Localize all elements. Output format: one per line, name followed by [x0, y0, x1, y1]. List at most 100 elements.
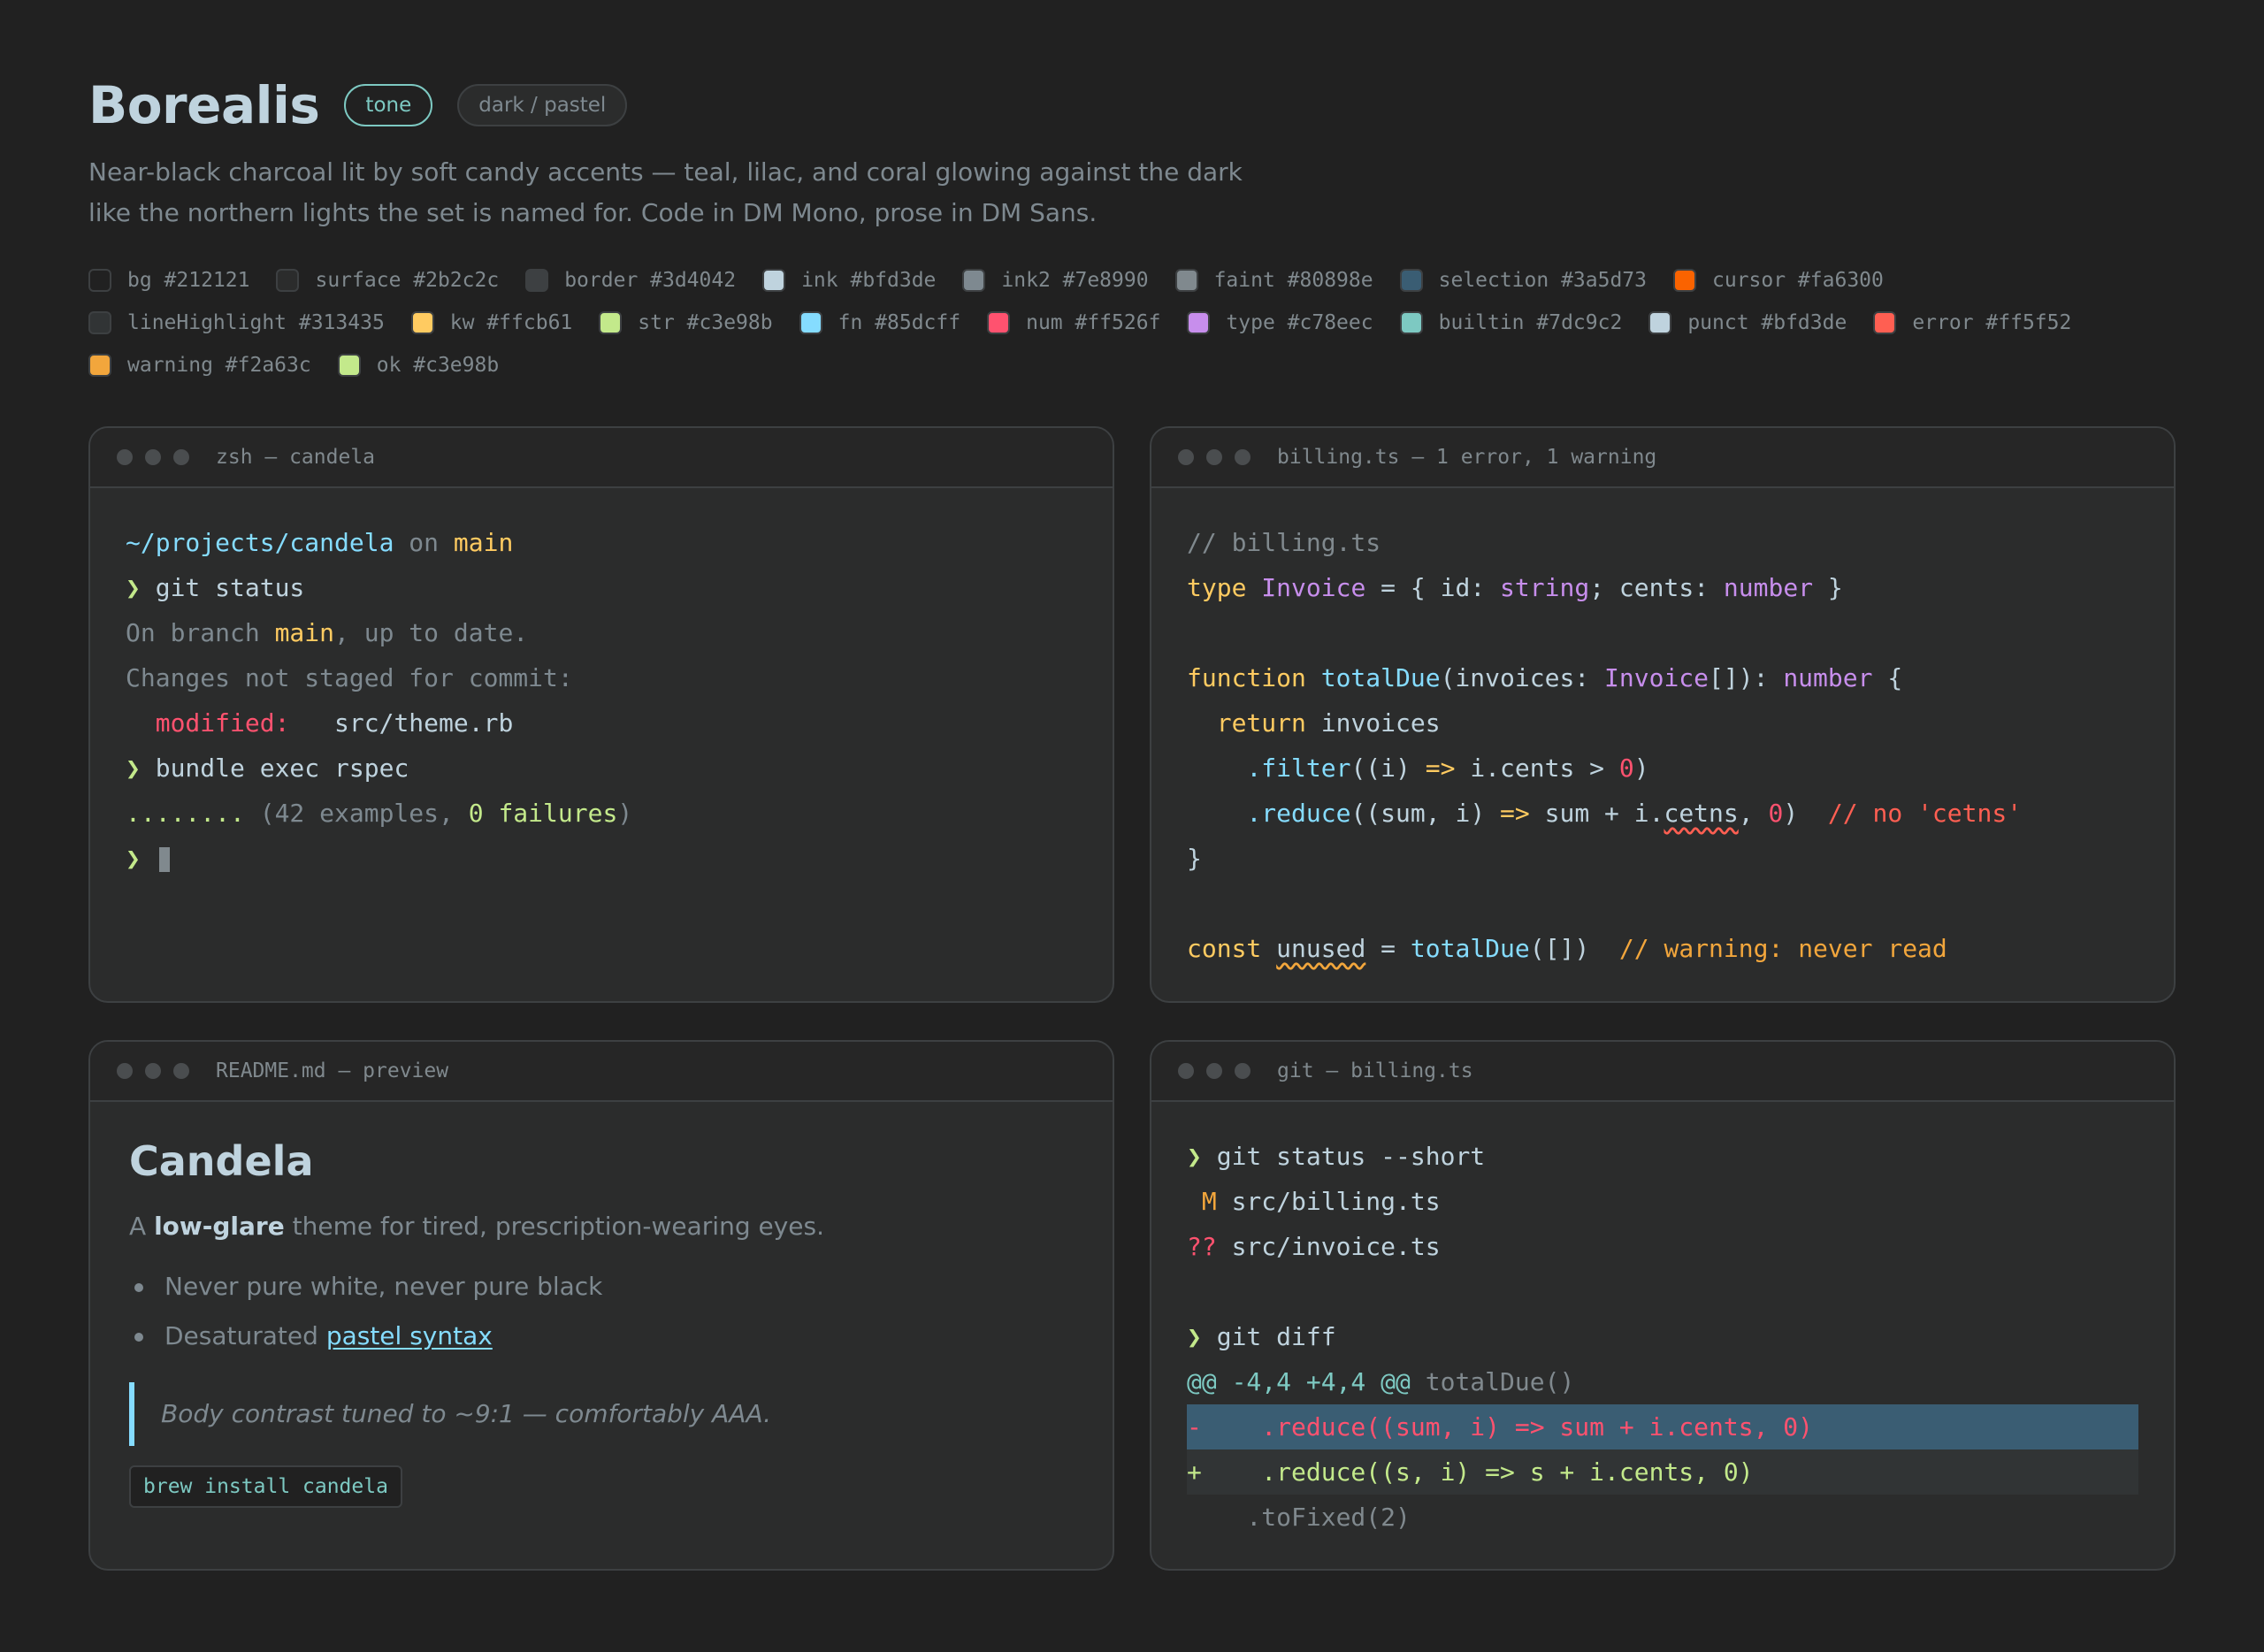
palette-swatch: ink #bfd3de: [762, 267, 936, 294]
swatch-chip: [276, 269, 300, 292]
palette-swatch: kw #ffcb61: [410, 310, 572, 336]
swatch-label: border #3d4042: [564, 269, 737, 292]
output-text: (42 examples,: [259, 799, 469, 828]
output-branch: main: [274, 618, 335, 647]
readme-body: Candela A low-glare theme for tired, pre…: [90, 1102, 1113, 1508]
code-line: .reduce((sum, i) => sum + i.cetns, 0) //…: [1187, 791, 2138, 836]
prompt-path: ~/projects/candela: [126, 528, 394, 557]
editor-body[interactable]: // billing.ts type Invoice = { id: strin…: [1151, 488, 2174, 971]
command-text: git diff: [1216, 1322, 1336, 1351]
window-dot-close[interactable]: [1178, 449, 1194, 465]
swatch-label: surface #2b2c2c: [315, 269, 500, 292]
palette-swatch: surface #2b2c2c: [276, 267, 499, 294]
code-type: Invoice: [1261, 573, 1366, 602]
window-dot-minimize[interactable]: [1206, 1063, 1222, 1079]
theme-showcase: Borealis tone dark / pastel Near-black c…: [0, 0, 2264, 1652]
window-dot-minimize[interactable]: [145, 1063, 161, 1079]
git-line-blank: [1187, 1269, 2138, 1314]
code-line: const unused = totalDue([]) // warning: …: [1187, 926, 2138, 971]
swatch-label: warning #f2a63c: [127, 354, 311, 377]
palette-swatch: faint #80898e: [1174, 267, 1373, 294]
output-text: On branch: [126, 618, 275, 647]
swatch-chip: [1399, 311, 1423, 334]
swatch-chip: [799, 311, 822, 334]
palette-swatch: punct #bfd3de: [1648, 310, 1847, 336]
palette-swatch: lineHighlight #313435: [88, 310, 385, 336]
prompt-symbol: ❯: [1187, 1142, 1202, 1171]
output-text: ): [617, 799, 633, 828]
swatch-chip: [88, 269, 111, 292]
swatch-label: fn #85dcff: [838, 311, 961, 334]
window-dot-close[interactable]: [117, 1063, 133, 1079]
git-titlebar: git — billing.ts: [1151, 1042, 2174, 1102]
code-number: 0: [1618, 753, 1634, 783]
window-dot-close[interactable]: [1178, 1063, 1194, 1079]
terminal-cursor: [158, 847, 170, 872]
test-dots: ........: [126, 799, 245, 828]
readme-titlebar: README.md — preview: [90, 1042, 1113, 1102]
list-item-text: Desaturated: [164, 1321, 326, 1350]
pastel-syntax-link[interactable]: pastel syntax: [326, 1321, 493, 1350]
code-punct: ): [1633, 753, 1649, 783]
code-function: totalDue: [1410, 934, 1530, 963]
para-text: A: [129, 1212, 155, 1241]
readme-paragraph: A low-glare theme for tired, prescriptio…: [129, 1212, 1074, 1241]
warning-comment: // warning: never read: [1618, 934, 1947, 963]
git-body[interactable]: ❯ git status --short M src/billing.ts ??…: [1151, 1102, 2174, 1540]
swatch-label: lineHighlight #313435: [127, 311, 385, 334]
code-line: function totalDue(invoices: Invoice[]): …: [1187, 655, 2138, 700]
command-text: git status: [155, 573, 305, 602]
prompt-on: on: [409, 528, 440, 557]
palette-swatches: bg #212121 surface #2b2c2c border #3d4042 i…: [88, 267, 2193, 379]
swatch-chip: [410, 311, 434, 334]
code-punct: ([]): [1529, 934, 1590, 963]
code-arrow: =>: [1425, 753, 1456, 783]
code-keyword: function: [1187, 663, 1306, 692]
diff-hunk-header: @@ -4,4 +4,4 @@ totalDue(): [1187, 1359, 2138, 1404]
swatch-label: selection #3a5d73: [1438, 269, 1647, 292]
palette-swatch: border #3d4042: [525, 267, 736, 294]
page-title: Borealis: [88, 75, 320, 135]
untracked-flag: ??: [1187, 1232, 1217, 1261]
window-dot-zoom[interactable]: [173, 1063, 189, 1079]
terminal-titlebar: zsh — candela: [90, 428, 1113, 488]
swatch-label: ink #bfd3de: [801, 269, 937, 292]
list-item: Desaturated pastel syntax: [129, 1312, 1074, 1361]
swatch-label: error #ff5f52: [1912, 311, 2072, 334]
window-dot-close[interactable]: [117, 449, 133, 465]
git-line: ❯ git status --short: [1187, 1134, 2138, 1179]
mode-tag: dark / pastel: [457, 84, 628, 126]
command-text: bundle exec rspec: [155, 753, 409, 783]
code-punct: []):: [1709, 663, 1784, 692]
hunk-context: totalDue(): [1410, 1367, 1575, 1396]
window-dot-zoom[interactable]: [1235, 1063, 1251, 1079]
diff-added-line: + .reduce((s, i) => s + i.cents, 0): [1187, 1449, 2138, 1495]
hunk-range: @@ -4,4 +4,4 @@: [1187, 1367, 1411, 1396]
terminal-body[interactable]: ~/projects/candela on main ❯ git status …: [90, 488, 1113, 881]
window-dot-minimize[interactable]: [1206, 449, 1222, 465]
readme-pane: README.md — preview Candela A low-glare …: [88, 1040, 1114, 1571]
swatch-chip: [88, 311, 111, 334]
code-punct: }: [1813, 573, 1843, 602]
code-type: number: [1723, 573, 1814, 602]
swatch-label: builtin #7dc9c2: [1438, 311, 1623, 334]
swatch-chip: [1673, 269, 1696, 292]
terminal-line: ❯: [126, 836, 1077, 881]
list-item: Never pure white, never pure black: [129, 1262, 1074, 1312]
code-punct: ; cents:: [1589, 573, 1724, 602]
window-dot-zoom[interactable]: [1235, 449, 1251, 465]
code-punct: ): [1783, 799, 1799, 828]
warning-squiggle-token[interactable]: unused: [1276, 934, 1365, 963]
prompt-symbol: ❯: [1187, 1322, 1202, 1351]
window-dot-minimize[interactable]: [145, 449, 161, 465]
diff-removed-line: - .reduce((sum, i) => sum + i.cents, 0): [1187, 1404, 2138, 1449]
modified-label: modified:: [155, 708, 290, 738]
error-squiggle-token[interactable]: cetns: [1664, 799, 1738, 828]
code-punct: (invoices:: [1440, 663, 1605, 692]
error-comment: // no 'cetns': [1827, 799, 2023, 828]
window-dot-zoom[interactable]: [173, 449, 189, 465]
code-punct: i.cents >: [1455, 753, 1619, 783]
git-line: ?? src/invoice.ts: [1187, 1224, 2138, 1269]
palette-swatch: warning #f2a63c: [88, 352, 311, 379]
code-punct: ((i): [1350, 753, 1426, 783]
